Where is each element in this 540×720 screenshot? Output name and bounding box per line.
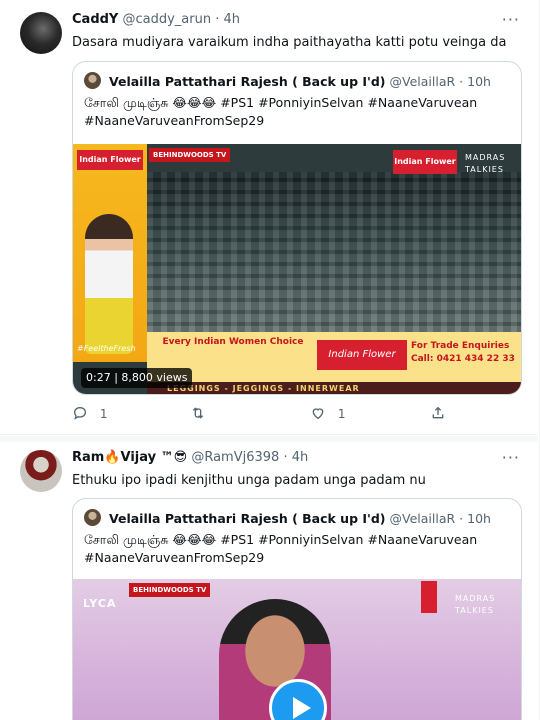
retweet-icon <box>192 407 204 419</box>
tweet[interactable]: Ram🔥Vijay ™😎 @RamVj6398 · 4h ··· Ethuku … <box>0 436 538 720</box>
quoted-avatar <box>84 509 101 526</box>
quoted-tweet[interactable]: Velailla Pattathari Rajesh ( Back up I'd… <box>72 498 522 720</box>
lyca-logo: LYCA <box>83 597 117 610</box>
video-player[interactable]: Indian Flower #FeeltheFresh BEHINDWOODS … <box>73 144 521 394</box>
quoted-text-line: சோலி முடிஞ்சு 😂😂😂 #PS1 #PonniyinSelvan #… <box>84 95 478 110</box>
timeline-feed: CaddY @caddy_arun · 4h ··· Dasara mudiya… <box>0 0 540 720</box>
avatar[interactable] <box>20 450 62 492</box>
separator-dot: · <box>215 12 220 27</box>
author-name[interactable]: Ram🔥Vijay ™😎 <box>72 450 187 465</box>
behindwoods-logo: BEHINDWOODS TV <box>149 148 231 162</box>
ad-banner: Every Indian Women Choice Indian Flower … <box>147 332 521 394</box>
quoted-tweet-header: Velailla Pattathari Rajesh ( Back up I'd… <box>84 72 491 89</box>
quoted-avatar <box>84 72 101 89</box>
quoted-tweet-time: 10h <box>467 74 491 89</box>
tweet[interactable]: CaddY @caddy_arun · 4h ··· Dasara mudiya… <box>0 0 538 435</box>
quoted-tweet-text: சோலி முடிஞ்சு 😂😂😂 #PS1 #PonniyinSelvan #… <box>84 94 514 130</box>
tweet-header: CaddY @caddy_arun · 4h <box>72 12 240 27</box>
banner-strip: LEGGINGS - JEGGINGS - INNERWEAR <box>147 382 521 394</box>
quoted-tweet-text: சோலி முடிஞ்சு 😂😂😂 #PS1 #PonniyinSelvan #… <box>84 531 514 567</box>
quoted-text-line: சோலி முடிஞ்சு 😂😂😂 #PS1 #PonniyinSelvan #… <box>84 532 478 547</box>
video-duration: 0:27 <box>86 371 111 384</box>
quoted-author-handle: @VelaillaR <box>389 74 456 89</box>
avatar[interactable] <box>20 12 62 54</box>
ad-tagline: #FeeltheFresh <box>77 344 136 353</box>
video-views: 8,800 views <box>121 371 188 384</box>
tweet-header: Ram🔥Vijay ™😎 @RamVj6398 · 4h <box>72 450 308 465</box>
tweet-text: Ethuku ipo ipadi kenjithu unga padam ung… <box>72 473 426 488</box>
video-duration-badge: 0:27 | 8,800 views <box>81 368 193 388</box>
video-player[interactable]: LYCA BEHINDWOODS TV MADRAS TALKIES <box>73 579 521 720</box>
model-figure <box>85 214 133 354</box>
separator-bar: | <box>114 371 118 384</box>
share-icon <box>432 406 444 419</box>
madras-talkies-logo: MADRAS TALKIES <box>455 594 496 615</box>
author-name[interactable]: CaddY <box>72 12 118 27</box>
like-button[interactable]: 1 <box>310 404 345 424</box>
quoted-author-name: Velailla Pattathari Rajesh ( Back up I'd… <box>108 511 386 526</box>
tweet-actions: 1 1 <box>72 404 482 424</box>
tweet-time[interactable]: 4h <box>224 12 241 27</box>
reply-count: 1 <box>99 407 108 421</box>
author-handle[interactable]: @RamVj6398 <box>191 450 279 465</box>
quoted-author-name: Velailla Pattathari Rajesh ( Back up I'd… <box>108 74 386 89</box>
banner-right-text: For Trade Enquiries Call: 0421 434 22 33 <box>411 341 515 364</box>
tweet-text: Dasara mudiyara varaikum indha paithayat… <box>72 35 507 50</box>
ad-panel: Indian Flower #FeeltheFresh <box>73 144 147 362</box>
brand-logo: Indian Flower <box>393 150 457 174</box>
quoted-text-line: #NaaneVaruveanFromSep29 <box>84 113 265 128</box>
quoted-author-handle: @VelaillaR <box>389 511 456 526</box>
reply-icon <box>73 406 87 420</box>
brand-tag <box>421 581 437 613</box>
author-handle[interactable]: @caddy_arun <box>122 12 211 27</box>
madras-talkies-logo: MADRAS TALKIES <box>465 153 506 174</box>
like-count: 1 <box>337 407 346 421</box>
share-button[interactable] <box>430 404 446 424</box>
separator-dot: · <box>283 450 288 465</box>
brand-logo: Indian Flower <box>77 150 143 170</box>
behindwoods-logo: BEHINDWOODS TV <box>129 583 211 597</box>
more-options-icon[interactable]: ··· <box>502 448 520 467</box>
reply-button[interactable]: 1 <box>72 404 107 424</box>
more-options-icon[interactable]: ··· <box>502 10 520 29</box>
banner-left-text: Every Indian Women Choice <box>162 337 304 347</box>
brand-logo: Indian Flower <box>317 340 407 370</box>
separator-dot: · <box>459 511 464 526</box>
like-icon <box>312 408 324 420</box>
quoted-text-line: #NaaneVaruveanFromSep29 <box>84 550 265 565</box>
separator-dot: · <box>459 74 464 89</box>
retweet-button[interactable] <box>190 404 206 424</box>
quoted-tweet[interactable]: Velailla Pattathari Rajesh ( Back up I'd… <box>72 61 522 395</box>
tweet-time[interactable]: 4h <box>292 450 309 465</box>
quoted-tweet-header: Velailla Pattathari Rajesh ( Back up I'd… <box>84 509 491 526</box>
quoted-tweet-time: 10h <box>467 511 491 526</box>
